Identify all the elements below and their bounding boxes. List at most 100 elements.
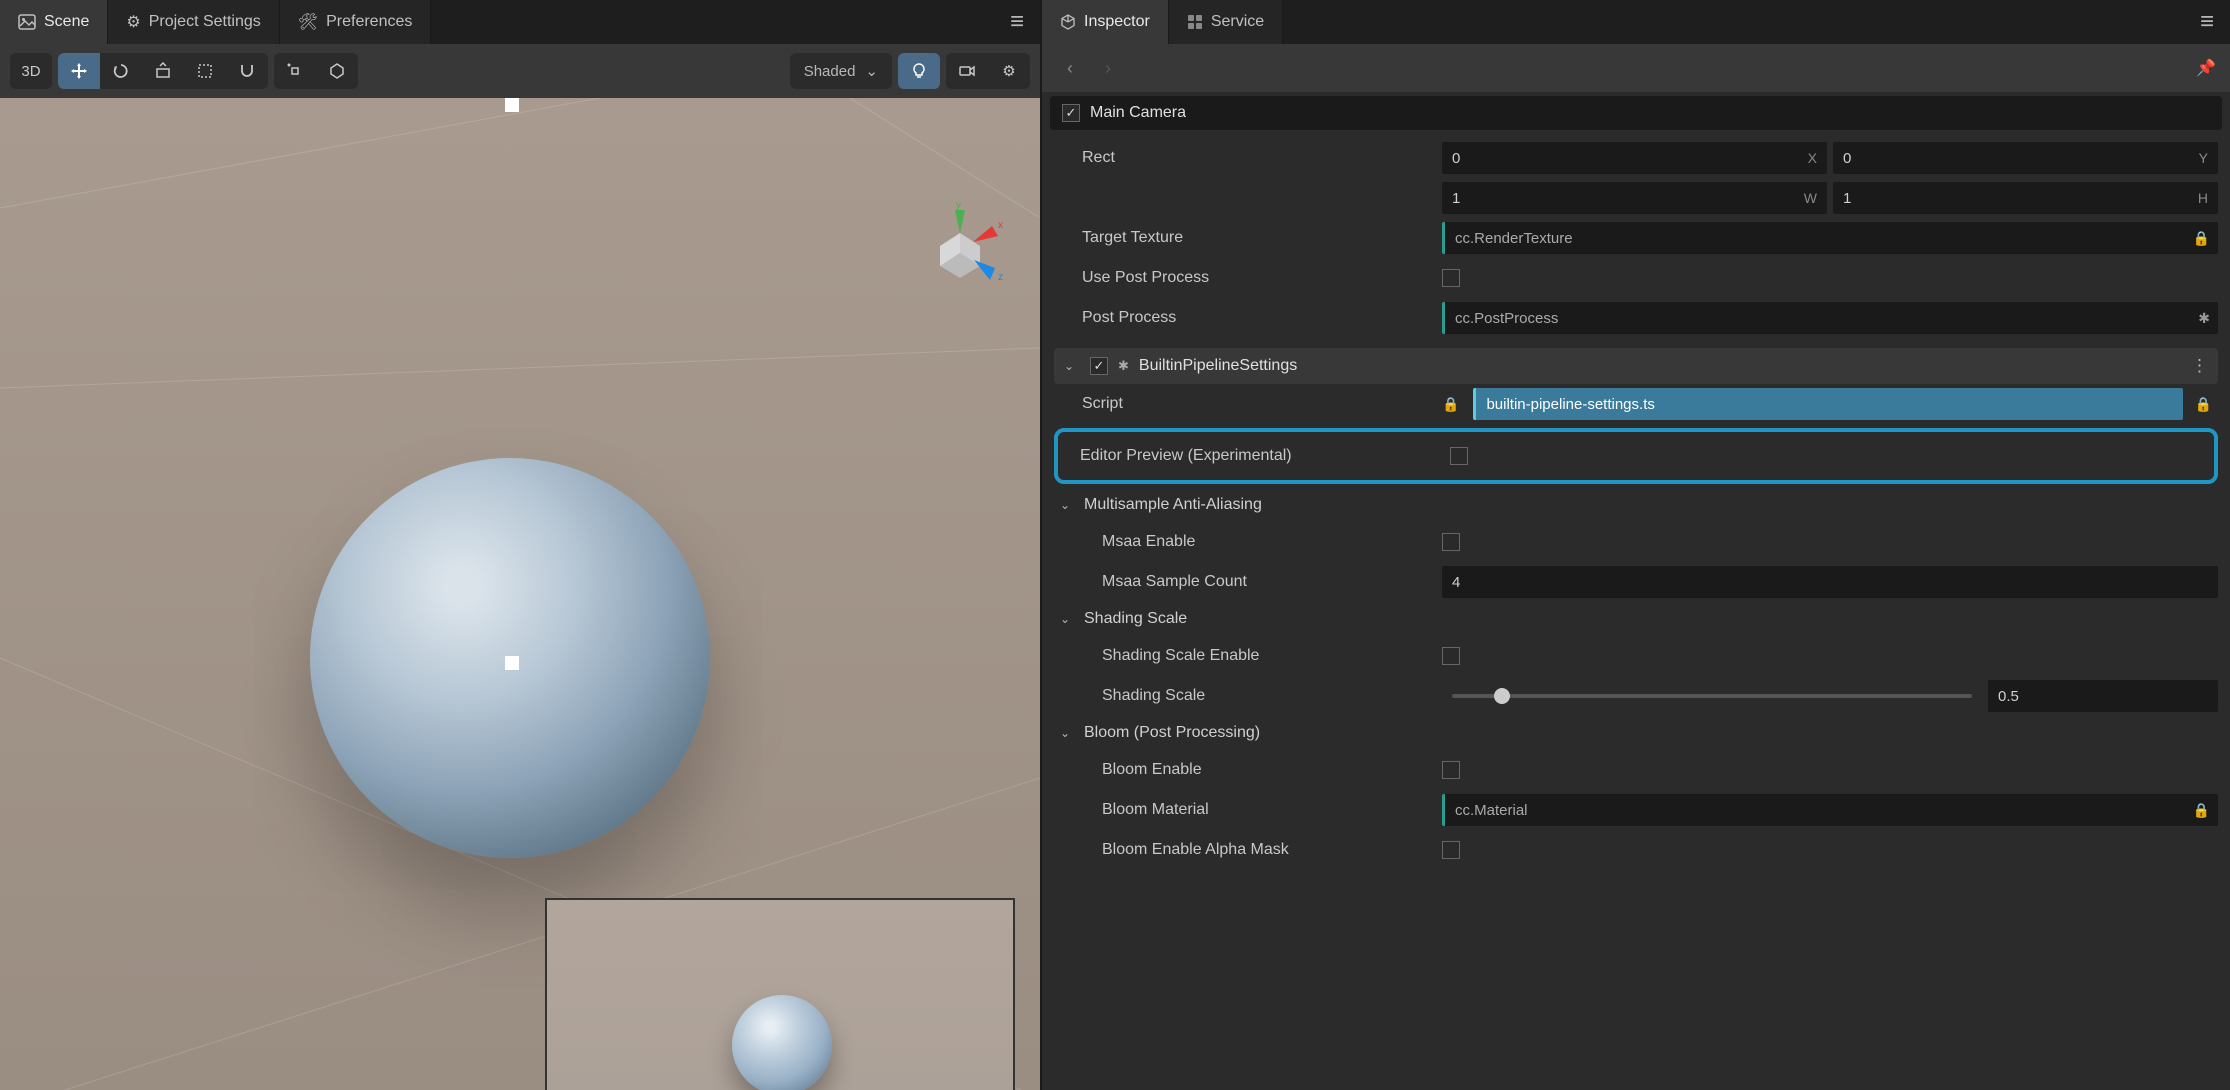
lock-icon: 🔒: [1442, 396, 1459, 413]
shading-scale-enable-checkbox[interactable]: [1442, 647, 1460, 665]
preview-sphere: [732, 995, 832, 1090]
camera-preview: [545, 898, 1015, 1090]
rect-label: Rect: [1054, 149, 1434, 167]
pivot-tool[interactable]: [316, 53, 358, 89]
bloom-material-field[interactable]: cc.Material🔒: [1442, 794, 2218, 826]
lighting-toggle[interactable]: [898, 53, 940, 89]
inspector-nav: ‹ › 📌: [1042, 44, 2230, 92]
rect-x-input[interactable]: 0X: [1442, 142, 1827, 174]
post-process-label: Post Process: [1054, 309, 1434, 327]
scene-viewport[interactable]: y x z: [0, 98, 1040, 1090]
editor-preview-checkbox[interactable]: [1450, 447, 1468, 465]
rect-w-input[interactable]: 1W: [1442, 182, 1827, 214]
resize-handle-top[interactable]: [505, 98, 519, 112]
shading-scale-label: Shading Scale: [1054, 687, 1434, 705]
right-tabs: Inspector Service: [1042, 0, 2230, 44]
tab-service-label: Service: [1211, 13, 1264, 31]
tab-preferences[interactable]: 🛠 Preferences: [280, 0, 432, 44]
use-post-process-checkbox[interactable]: [1442, 269, 1460, 287]
nav-forward[interactable]: ›: [1094, 54, 1122, 82]
shading-scale-section[interactable]: ⌄ Shading Scale: [1054, 602, 2218, 636]
svg-text:y: y: [956, 200, 961, 211]
nav-back[interactable]: ‹: [1056, 54, 1084, 82]
bloom-enable-checkbox[interactable]: [1442, 761, 1460, 779]
image-icon: [18, 13, 36, 31]
bloom-section[interactable]: ⌄ Bloom (Post Processing): [1054, 716, 2218, 750]
puzzle-icon: ✱: [2198, 310, 2210, 327]
lock-icon: 🔒: [2195, 396, 2212, 413]
left-panel-menu[interactable]: [998, 0, 1040, 44]
tab-scene[interactable]: Scene: [0, 0, 108, 44]
scene-toolbar: 3D Shaded ⌄ ⚙: [0, 44, 1040, 98]
rect-y-input[interactable]: 0Y: [1833, 142, 2218, 174]
shading-dropdown[interactable]: Shaded ⌄: [790, 53, 892, 89]
shading-scale-slider[interactable]: [1452, 694, 1972, 698]
lock-icon: 🔒: [2193, 230, 2210, 247]
chevron-down-icon: ⌄: [1060, 726, 1076, 740]
lock-icon: 🔒: [2193, 802, 2210, 819]
object-center-handle[interactable]: [505, 656, 519, 670]
msaa-sample-count-input[interactable]: 4: [1442, 566, 2218, 598]
object-enabled-checkbox[interactable]: [1062, 104, 1080, 122]
shading-scale-value[interactable]: 0.5: [1988, 680, 2218, 712]
chevron-down-icon: ⌄: [1060, 498, 1076, 512]
wrench-icon: 🛠: [298, 12, 318, 32]
inspector-body: Rect 0X 0Y 1W 1H Target Texture cc.Rende…: [1042, 134, 2230, 1090]
use-post-process-label: Use Post Process: [1054, 269, 1434, 287]
move-tool[interactable]: [58, 53, 100, 89]
tab-inspector[interactable]: Inspector: [1042, 0, 1169, 44]
editor-preview-label: Editor Preview (Experimental): [1062, 447, 1442, 465]
svg-text:x: x: [998, 220, 1003, 231]
view-mode-3d[interactable]: 3D: [10, 53, 52, 89]
right-panel-menu[interactable]: [2188, 0, 2230, 44]
tab-preferences-label: Preferences: [326, 13, 412, 31]
script-label: Script: [1054, 395, 1434, 413]
target-texture-label: Target Texture: [1054, 229, 1434, 247]
rect-h-input[interactable]: 1H: [1833, 182, 2218, 214]
chevron-down-icon[interactable]: ⌄: [1064, 359, 1080, 373]
post-process-field[interactable]: cc.PostProcess✱: [1442, 302, 2218, 334]
pin-inspector[interactable]: 📌: [2196, 58, 2216, 78]
bloom-material-label: Bloom Material: [1054, 801, 1434, 819]
object-header: Main Camera: [1050, 96, 2222, 130]
cube-icon: [1060, 14, 1076, 30]
script-field[interactable]: builtin-pipeline-settings.ts: [1473, 388, 2182, 420]
snap-tool[interactable]: [226, 53, 268, 89]
bloom-alpha-mask-label: Bloom Enable Alpha Mask: [1054, 841, 1434, 859]
bloom-alpha-mask-checkbox[interactable]: [1442, 841, 1460, 859]
target-texture-field[interactable]: cc.RenderTexture🔒: [1442, 222, 2218, 254]
component-menu[interactable]: ⋮: [2191, 356, 2208, 376]
camera-toggle[interactable]: [946, 53, 988, 89]
gizmo-settings[interactable]: ⚙: [988, 53, 1030, 89]
hamburger-icon: [2200, 8, 2218, 36]
svg-text:z: z: [998, 272, 1003, 283]
editor-preview-highlight: Editor Preview (Experimental): [1054, 428, 2218, 484]
msaa-section[interactable]: ⌄ Multisample Anti-Aliasing: [1054, 488, 2218, 522]
anchor-tool[interactable]: [274, 53, 316, 89]
tab-service[interactable]: Service: [1169, 0, 1283, 44]
tab-inspector-label: Inspector: [1084, 13, 1150, 31]
component-enabled-checkbox[interactable]: [1090, 357, 1108, 375]
component-header[interactable]: ⌄ ✱ BuiltinPipelineSettings ⋮: [1054, 348, 2218, 384]
msaa-enable-label: Msaa Enable: [1054, 533, 1434, 551]
chevron-down-icon: ⌄: [1060, 612, 1076, 626]
bloom-enable-label: Bloom Enable: [1054, 761, 1434, 779]
orientation-gizmo[interactable]: y x z: [910, 198, 1010, 298]
rotate-tool[interactable]: [100, 53, 142, 89]
shading-scale-enable-label: Shading Scale Enable: [1054, 647, 1434, 665]
tab-project-settings[interactable]: ⚙ Project Settings: [108, 0, 279, 44]
msaa-enable-checkbox[interactable]: [1442, 533, 1460, 551]
left-tabs: Scene ⚙ Project Settings 🛠 Preferences: [0, 0, 1040, 44]
gear-icon: ⚙: [126, 12, 140, 32]
scale-tool[interactable]: [142, 53, 184, 89]
chevron-down-icon: ⌄: [865, 62, 878, 80]
tab-project-settings-label: Project Settings: [149, 13, 261, 31]
rect-tool[interactable]: [184, 53, 226, 89]
hamburger-icon: [1010, 8, 1028, 36]
grid-icon: [1187, 14, 1203, 30]
tab-scene-label: Scene: [44, 13, 89, 31]
msaa-sample-count-label: Msaa Sample Count: [1054, 573, 1434, 591]
puzzle-icon: ✱: [1118, 358, 1129, 374]
object-name: Main Camera: [1090, 104, 1186, 122]
component-title: BuiltinPipelineSettings: [1139, 357, 1297, 375]
